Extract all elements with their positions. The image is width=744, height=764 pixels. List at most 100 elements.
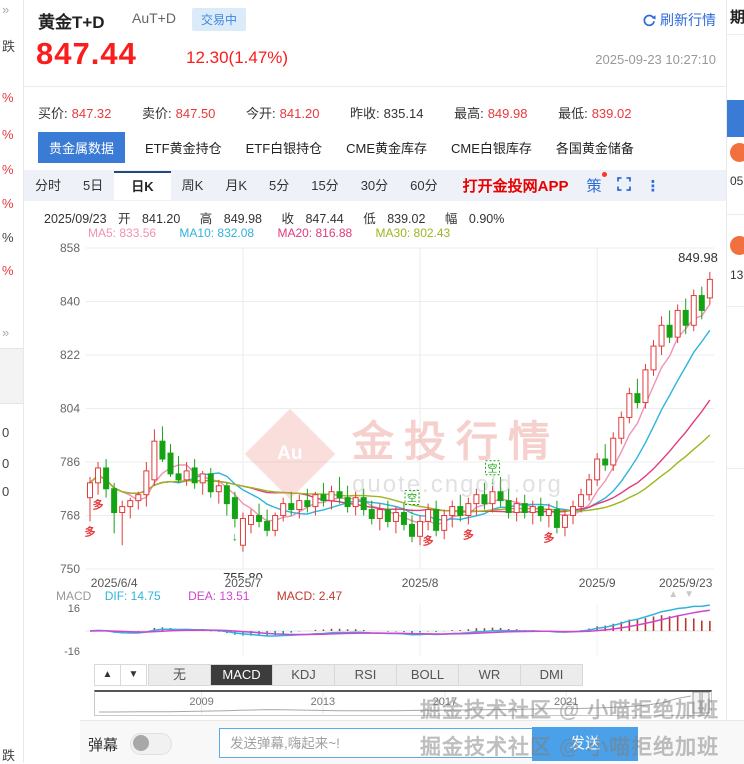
fullscreen-icon[interactable] bbox=[617, 177, 632, 194]
tab-etf-silver[interactable]: ETF白银持仓 bbox=[246, 138, 323, 157]
danmaku-label: 弹幕 bbox=[88, 737, 119, 754]
toggle-knob bbox=[133, 735, 149, 751]
indicator-down-button[interactable]: ▼ bbox=[120, 664, 147, 686]
tab-weekly-k[interactable]: 周K bbox=[171, 170, 215, 201]
right-panel-button-partial[interactable] bbox=[727, 100, 744, 137]
history-navigator[interactable]: 2009 2013 2017 2021 bbox=[94, 690, 712, 716]
ma5-value: MA5: 833.56 bbox=[88, 226, 157, 240]
sidebar-percent: % bbox=[2, 127, 14, 142]
sidebar-percent: % bbox=[2, 162, 14, 177]
open-app-link[interactable]: 打开金投网APP bbox=[463, 175, 569, 196]
ma10-value: MA10: 832.08 bbox=[179, 226, 255, 240]
x-axis-labels: 2025/6/4 2025/7 2025/8 2025/9 2025/9/23 bbox=[24, 576, 726, 590]
bid-value: 847.32 bbox=[71, 106, 112, 121]
collapse-chevron-icon[interactable]: » bbox=[2, 2, 9, 17]
svg-text:空: 空 bbox=[488, 462, 498, 475]
tab-daily-k[interactable]: 日K bbox=[114, 171, 171, 200]
svg-text:-16: -16 bbox=[64, 646, 80, 658]
refresh-quotes-button[interactable]: 刷新行情 bbox=[642, 10, 716, 30]
navigator-minichart bbox=[99, 691, 710, 714]
ma30-value: MA30: 802.43 bbox=[375, 226, 451, 240]
sidebar-percent: % bbox=[2, 263, 14, 278]
sidebar-value: 0 bbox=[2, 456, 10, 471]
tab-30min[interactable]: 30分 bbox=[350, 170, 399, 201]
quote-timestamp: 2025-09-23 10:27:10 bbox=[595, 52, 716, 67]
high-label: 最高: bbox=[454, 106, 484, 121]
ohlc-date: 2025/09/23 bbox=[44, 212, 107, 226]
tab-timeline[interactable]: 分时 bbox=[24, 170, 72, 201]
sidebar-label: 跌 bbox=[2, 748, 16, 763]
open-value: 841.20 bbox=[279, 106, 320, 121]
tab-national-gold-reserve[interactable]: 各国黄金储备 bbox=[556, 138, 634, 157]
danmaku-input[interactable] bbox=[219, 728, 537, 758]
indicator-tab-rsi[interactable]: RSI bbox=[335, 665, 397, 685]
send-button[interactable]: 发送 bbox=[532, 727, 638, 761]
indicator-tab-dmi[interactable]: DMI bbox=[521, 665, 582, 685]
tab-cme-silver[interactable]: CME白银库存 bbox=[451, 138, 532, 157]
x-axis-tick: 2025/9 bbox=[578, 576, 616, 590]
x-axis-tick: 2025/6/4 bbox=[90, 576, 138, 590]
tab-15min[interactable]: 15分 bbox=[300, 170, 349, 201]
svg-text:858: 858 bbox=[60, 242, 80, 255]
svg-text:↓: ↓ bbox=[232, 529, 238, 543]
svg-text:空: 空 bbox=[407, 491, 417, 504]
macd-chart: 16 -16 bbox=[64, 603, 714, 658]
strategy-button[interactable]: 策 bbox=[586, 172, 608, 196]
svg-text:↓: ↓ bbox=[410, 505, 415, 515]
svg-text:多: 多 bbox=[85, 524, 96, 538]
right-sidebar-partial: 期 05 13 bbox=[726, 0, 744, 763]
tab-precious-metal-data[interactable]: 贵金属数据 bbox=[38, 131, 126, 163]
svg-text:768: 768 bbox=[60, 508, 80, 522]
indicator-tab-kdj[interactable]: KDJ bbox=[273, 665, 335, 685]
navigator-year-label: 2021 bbox=[553, 696, 579, 708]
svg-text:840: 840 bbox=[60, 294, 80, 308]
candlestick-chart[interactable]: 858840822804786768750多多↓空↓多 多空↓多755.80849… bbox=[24, 242, 726, 578]
tab-etf-gold[interactable]: ETF黄金持仓 bbox=[145, 138, 222, 157]
last-price: 847.44 bbox=[36, 36, 137, 71]
sidebar-percent: % bbox=[2, 230, 14, 245]
svg-text:16: 16 bbox=[68, 603, 80, 615]
high-value: 849.98 bbox=[487, 106, 528, 121]
svg-text:多: 多 bbox=[463, 527, 474, 541]
tab-5min[interactable]: 5分 bbox=[258, 170, 300, 201]
x-axis-tick: 2025/7 bbox=[224, 576, 262, 590]
tab-cme-gold[interactable]: CME黄金库存 bbox=[346, 138, 427, 157]
indicator-tab-wr[interactable]: WR bbox=[459, 665, 521, 685]
sidebar-label: 跌 bbox=[2, 39, 16, 54]
indicator-up-button[interactable]: ▲ bbox=[94, 664, 121, 686]
trading-status-badge: 交易中 bbox=[192, 8, 247, 31]
more-options-icon[interactable]: ⋮ bbox=[645, 177, 660, 195]
sidebar-percent: % bbox=[2, 90, 14, 105]
prev-close-label: 昨收: bbox=[350, 106, 380, 121]
indicator-tab-none[interactable]: 无 bbox=[149, 665, 211, 685]
svg-text:786: 786 bbox=[60, 455, 80, 469]
sidebar-value: 0 bbox=[2, 484, 10, 499]
period-toolbar: 分时 5日 日K 周K 月K 5分 15分 30分 60分 打开金投网APP 策… bbox=[24, 170, 726, 201]
ma20-value: MA20: 816.88 bbox=[277, 226, 353, 240]
low-label: 最低: bbox=[558, 106, 588, 121]
danmaku-toggle[interactable] bbox=[130, 733, 172, 755]
ma-readout: MA5: 833.56 MA10: 832.08 MA20: 816.88 MA… bbox=[88, 226, 470, 240]
data-category-tabs: 贵金属数据 ETF黄金持仓 ETF白银持仓 CME黄金库存 CME白银库存 各国… bbox=[38, 131, 658, 163]
svg-text:↓: ↓ bbox=[490, 476, 495, 486]
price-change: 12.30(1.47%) bbox=[186, 48, 289, 67]
tab-monthly-k[interactable]: 月K bbox=[214, 170, 258, 201]
bid-label: 买价: bbox=[38, 106, 68, 121]
sidebar-percent: % bbox=[2, 196, 14, 211]
tab-60min[interactable]: 60分 bbox=[399, 170, 448, 201]
collapse-chevron-icon[interactable]: » bbox=[2, 325, 9, 340]
divider bbox=[24, 86, 726, 87]
refresh-icon bbox=[643, 14, 656, 27]
left-sidebar-partial: » 跌 % % % % % % » 0 0 0 跌 bbox=[0, 0, 24, 763]
svg-text:750: 750 bbox=[60, 562, 80, 576]
svg-text:多: 多 bbox=[423, 533, 434, 547]
ask-label: 卖价: bbox=[142, 106, 172, 121]
svg-text:849.98: 849.98 bbox=[678, 250, 718, 265]
ohlc-readout: 2025/09/23 开 841.20 高 849.98 收 847.44 低 … bbox=[44, 212, 505, 226]
divider bbox=[727, 34, 744, 35]
sidebar-panel-header-partial bbox=[0, 348, 23, 404]
indicator-tab-macd[interactable]: MACD bbox=[211, 665, 273, 685]
indicator-tab-boll[interactable]: BOLL bbox=[397, 665, 459, 685]
rank-badge bbox=[730, 236, 744, 255]
tab-5day[interactable]: 5日 bbox=[72, 170, 114, 201]
